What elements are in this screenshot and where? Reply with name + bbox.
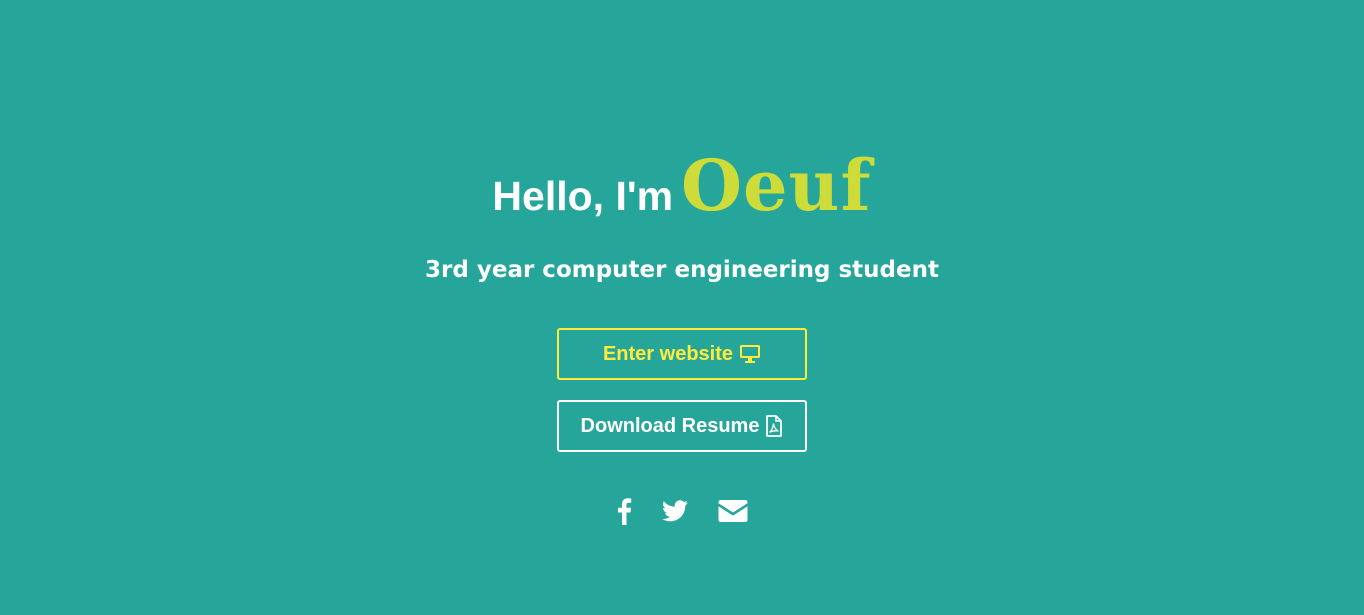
pdf-file-icon — [765, 415, 783, 437]
download-resume-button[interactable]: Download Resume — [557, 400, 807, 452]
name-text: Oeuf — [681, 144, 872, 227]
subtitle: 3rd year computer engineering student — [425, 257, 939, 283]
enter-website-label: Enter website — [602, 342, 734, 365]
social-links — [0, 496, 1364, 526]
envelope-icon[interactable] — [718, 496, 748, 526]
download-resume-label: Download Resume — [580, 414, 760, 437]
headline: Hello, I'm Oeuf — [0, 148, 1364, 224]
twitter-icon[interactable] — [662, 496, 688, 526]
desktop-icon — [739, 344, 761, 364]
enter-website-button[interactable]: Enter website — [557, 328, 807, 380]
landing-page: Hello, I'm Oeuf 3rd year computer engine… — [0, 0, 1364, 615]
hero-section: Hello, I'm Oeuf 3rd year computer engine… — [0, 148, 1364, 526]
facebook-icon[interactable] — [616, 496, 632, 526]
greeting-text: Hello, I'm — [492, 173, 674, 219]
